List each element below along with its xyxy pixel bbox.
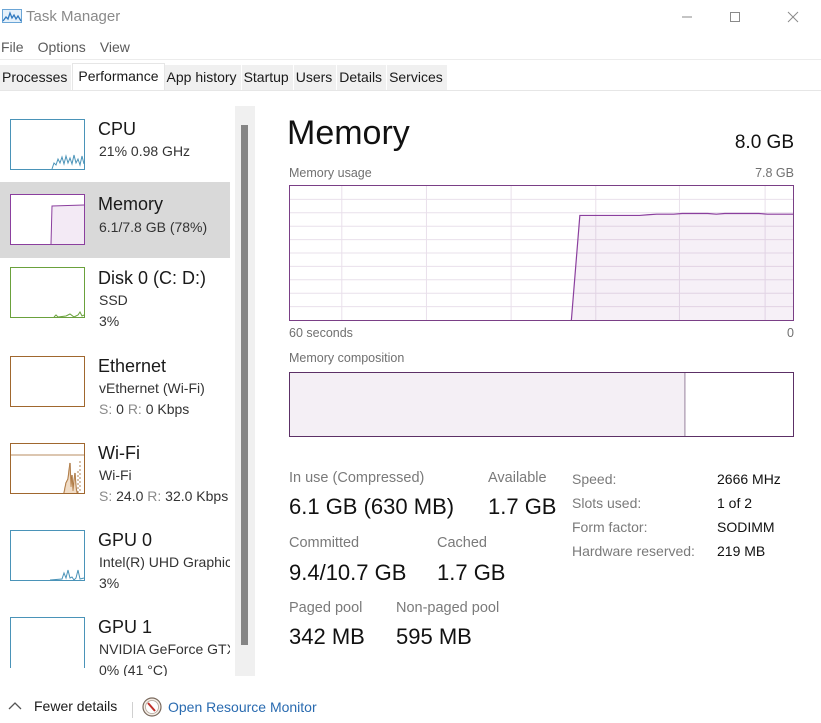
fewer-details-label: Fewer details: [34, 698, 118, 714]
memory-usage-chart: [289, 185, 794, 321]
sidebar-scrollbar-thumb[interactable]: [241, 125, 248, 645]
gpu1-model: NVIDIA GeForce GTX: [99, 641, 230, 657]
open-resource-monitor-link[interactable]: Open Resource Monitor: [142, 697, 317, 717]
maximize-button[interactable]: [712, 4, 758, 30]
form-factor-value: SODIMM: [717, 519, 775, 535]
memory-composition-bar: [289, 372, 794, 437]
disk-title: Disk 0 (C: D:): [98, 268, 206, 288]
tab-startup[interactable]: Startup: [241, 65, 294, 90]
footer-divider: [132, 702, 133, 718]
tab-app-history[interactable]: App history: [164, 65, 242, 90]
tab-users[interactable]: Users: [293, 65, 338, 90]
memory-usage-max: 7.8 GB: [755, 166, 794, 180]
sidebar-item-cpu[interactable]: CPU 21% 0.98 GHz: [0, 106, 230, 182]
tab-bar: Processes Performance App history Startu…: [0, 63, 448, 91]
tab-services[interactable]: Services: [387, 65, 448, 90]
sidebar-item-gpu-1[interactable]: GPU 1 NVIDIA GeForce GTX 0% (41 °C): [0, 607, 230, 676]
menu-bar: File Options View: [0, 36, 142, 60]
menu-divider: [0, 59, 821, 60]
sidebar-item-disk-0[interactable]: Disk 0 (C: D:) SSD 3%: [0, 258, 230, 334]
ethernet-throughput: S: 0 R: 0 Kbps: [99, 401, 190, 417]
gpu0-title: GPU 0: [98, 530, 153, 550]
disk-type: SSD: [99, 292, 128, 308]
gpu0-mini-graph: [10, 530, 85, 581]
memory-usage: 6.1/7.8 GB (78%): [99, 219, 208, 235]
resource-monitor-icon: [142, 697, 162, 717]
ethernet-mini-graph: [10, 356, 85, 407]
sidebar-item-ethernet[interactable]: Ethernet vEthernet (Wi-Fi) S: 0 R: 0 Kbp…: [0, 346, 230, 422]
paged-pool-label: Paged pool: [289, 600, 363, 616]
minimize-button[interactable]: [664, 4, 710, 30]
sidebar-item-gpu-0[interactable]: GPU 0 Intel(R) UHD Graphics 3%: [0, 520, 230, 596]
disk-usage: 3%: [99, 313, 120, 329]
cpu-mini-graph: [10, 119, 85, 170]
sidebar-item-wifi[interactable]: Wi-Fi Wi-Fi S: 24.0 R: 32.0 Kbps: [0, 433, 230, 509]
gpu0-model: Intel(R) UHD Graphics: [99, 554, 230, 570]
speed-value: 2666 MHz: [717, 471, 781, 487]
axis-label-right: 0: [787, 326, 794, 340]
page-title: Memory: [287, 114, 410, 152]
available-label: Available: [488, 470, 547, 486]
chevron-up-icon: [8, 702, 22, 710]
title-bar: Task Manager: [0, 0, 821, 34]
slots-used-label: Slots used:: [572, 495, 642, 511]
wifi-adapter: Wi-Fi: [99, 467, 132, 483]
memory-total: 8.0 GB: [734, 132, 794, 153]
task-manager-app-icon: [2, 9, 22, 23]
tab-divider: [0, 90, 821, 91]
window-title: Task Manager: [26, 8, 121, 25]
close-button[interactable]: [770, 4, 816, 30]
memory-mini-graph: [10, 194, 85, 245]
close-icon: [787, 11, 799, 23]
gpu0-usage: 3%: [99, 575, 120, 591]
wifi-title: Wi-Fi: [98, 443, 140, 463]
axis-label-left: 60 seconds: [289, 326, 353, 340]
in-use-value: 6.1 GB (630 MB): [289, 494, 455, 519]
footer: Fewer details Open Resource Monitor: [0, 694, 821, 723]
cpu-title: CPU: [98, 119, 137, 139]
gpu1-mini-graph: [10, 617, 85, 668]
minimize-icon: [682, 16, 692, 18]
in-use-label: In use (Compressed): [289, 470, 425, 486]
slots-used-value: 1 of 2: [717, 495, 753, 511]
hardware-reserved-value: 219 MB: [717, 543, 766, 559]
composition-in-use-segment: [290, 373, 685, 436]
usage-area: [571, 213, 793, 320]
cached-label: Cached: [437, 535, 487, 551]
form-factor-label: Form factor:: [572, 519, 648, 535]
open-resource-monitor-label: Open Resource Monitor: [168, 699, 317, 715]
committed-value: 9.4/10.7 GB: [289, 560, 407, 585]
maximize-icon: [730, 12, 740, 22]
memory-usage-label: Memory usage: [289, 166, 372, 180]
non-paged-pool-label: Non-paged pool: [396, 600, 500, 616]
cpu-usage: 21% 0.98 GHz: [99, 143, 191, 159]
ethernet-adapter: vEthernet (Wi-Fi): [99, 380, 205, 396]
menu-file[interactable]: File: [0, 36, 32, 60]
fewer-details-button[interactable]: Fewer details: [6, 698, 117, 714]
menu-options[interactable]: Options: [36, 36, 94, 60]
wifi-mini-graph: [10, 443, 85, 494]
gpu1-title: GPU 1: [98, 617, 153, 637]
menu-view[interactable]: View: [98, 36, 138, 60]
non-paged-pool-value: 595 MB: [396, 624, 472, 649]
hardware-reserved-label: Hardware reserved:: [572, 543, 695, 559]
tab-performance[interactable]: Performance: [72, 63, 165, 90]
committed-label: Committed: [289, 535, 360, 551]
gpu1-usage: 0% (41 °C): [99, 662, 168, 676]
performance-sidebar: CPU 21% 0.98 GHz Memory 6.1/7.8 GB (78%)…: [0, 106, 230, 676]
cached-value: 1.7 GB: [437, 560, 506, 585]
available-value: 1.7 GB: [488, 494, 557, 519]
disk-mini-graph: [10, 267, 85, 318]
tab-processes[interactable]: Processes: [0, 65, 73, 90]
speed-label: Speed:: [572, 471, 617, 487]
tab-details[interactable]: Details: [337, 65, 388, 90]
paged-pool-value: 342 MB: [289, 624, 365, 649]
sidebar-item-memory[interactable]: Memory 6.1/7.8 GB (78%): [0, 182, 230, 258]
memory-title: Memory: [98, 194, 164, 214]
wifi-throughput: S: 24.0 R: 32.0 Kbps: [99, 488, 229, 504]
memory-composition-label: Memory composition: [289, 351, 405, 365]
ethernet-title: Ethernet: [98, 356, 167, 376]
